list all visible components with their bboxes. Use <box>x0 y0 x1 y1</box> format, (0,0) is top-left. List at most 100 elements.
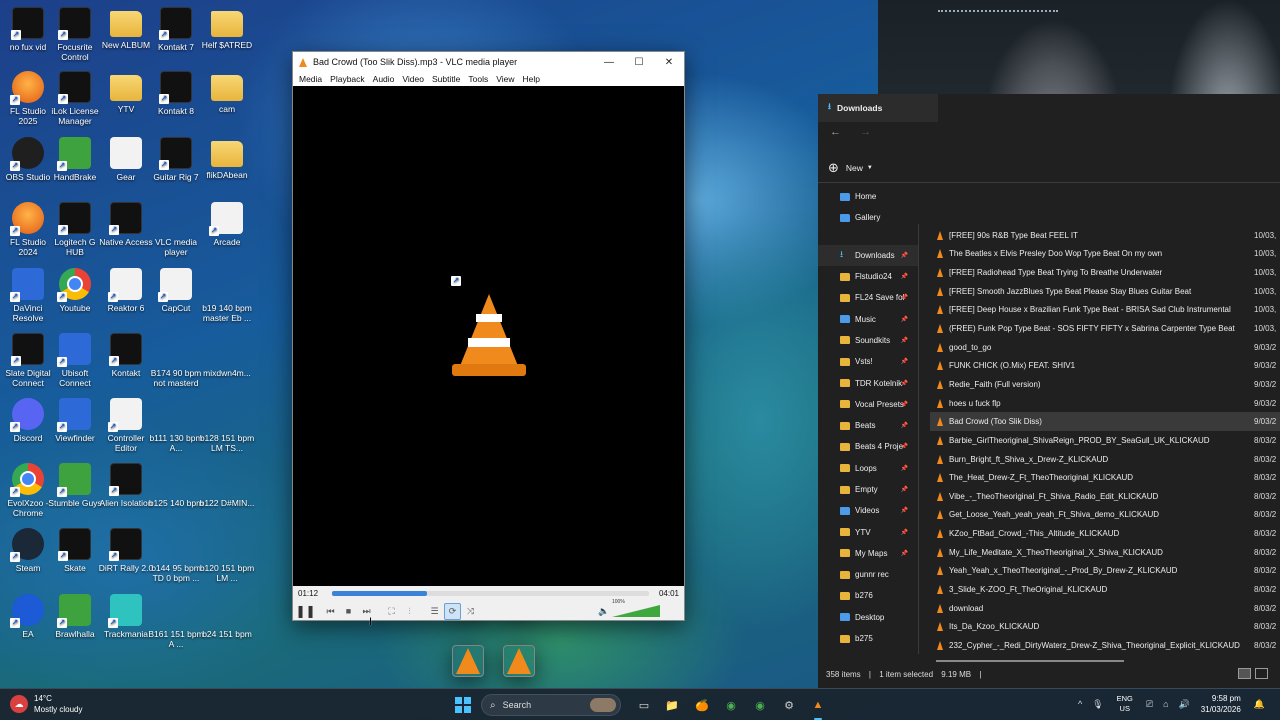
sidebar-item[interactable]: gunnr rec <box>818 564 918 585</box>
file-row[interactable]: Vibe_-_TheoTheoriginal_Ft_Shiva_Radio_Ed… <box>930 487 1280 506</box>
sidebar-item[interactable]: Soundkits 📌 <box>818 330 918 351</box>
file-row[interactable]: My_Life_Meditate_X_TheoTheoriginal_X_Shi… <box>930 543 1280 562</box>
desktop-icon[interactable]: b122 D#MIN... <box>199 463 535 546</box>
desktop-icon[interactable]: Kontakt 8 <box>148 71 204 116</box>
file-row[interactable]: [FREE] Radiohead Type Beat Trying To Bre… <box>930 263 1280 282</box>
desktop-icon[interactable]: Stumble Guys <box>47 463 103 508</box>
desktop-icon[interactable]: HandBrake <box>47 137 103 182</box>
vlc-menu-item[interactable]: Playback <box>328 74 371 84</box>
file-row[interactable]: Redie_Faith (Full version) 9/03/2 <box>930 375 1280 394</box>
file-row[interactable]: [FREE] Deep House x Brazilian Funk Type … <box>930 301 1280 320</box>
sidebar-item[interactable]: TDR Kotelnik 📌 <box>818 372 918 393</box>
vlc-menu-item[interactable]: Media <box>297 74 328 84</box>
sidebar-item[interactable]: b276 <box>818 585 918 606</box>
sidebar-item[interactable]: Beats 4 Proje 📌 <box>818 436 918 457</box>
desktop-icon[interactable]: YTV <box>98 71 154 114</box>
steam-icon[interactable]: ⚙ <box>779 695 799 715</box>
sidebar-item[interactable]: Vocal Presets 📌 <box>818 394 918 415</box>
file-row[interactable]: KZoo_FtBad_Crowd_-This_Altitude_KLICKAUD… <box>930 524 1280 543</box>
vlc-menu-item[interactable]: View <box>494 74 520 84</box>
chrome-icon[interactable]: ◉ <box>750 695 770 715</box>
vlc-menu-item[interactable]: Audio <box>371 74 401 84</box>
sidebar-item[interactable]: My Maps 📌 <box>818 543 918 564</box>
chrome-icon[interactable]: ◉ <box>721 695 741 715</box>
desktop-icon[interactable]: Gear <box>98 137 154 182</box>
shuffle-button[interactable]: ⤨ <box>462 603 479 620</box>
vlc-title-bar[interactable]: Bad Crowd (Too Slik Diss).mp3 - VLC medi… <box>293 52 684 72</box>
file-row[interactable]: Burn_Bright_ft_Shiva_x_Drew-Z_KLICKAUD 8/… <box>930 450 1280 469</box>
file-row[interactable]: 232_Cypher_-_Redi_DirtyWaterz_Drew-Z_Shi… <box>930 636 1280 655</box>
desktop-icon[interactable]: VLC media player <box>148 202 484 286</box>
horizontal-scrollbar[interactable] <box>936 660 1124 662</box>
minimize-button[interactable]: — <box>594 57 624 68</box>
desktop-icon[interactable]: B161 151 bpm A ... <box>148 594 484 677</box>
desktop-icon[interactable]: Controller Editor <box>98 398 154 453</box>
sidebar-item[interactable]: Desktop <box>818 607 918 628</box>
extended-settings-button[interactable]: ⫶ <box>401 603 418 620</box>
desktop-icon[interactable]: b128 151 bpm LM TS... <box>199 398 535 481</box>
phone-link-icon[interactable]: ⎚ <box>1146 699 1153 710</box>
file-row[interactable]: Its_Da_Kzoo_KLICKAUD 8/03/2 <box>930 617 1280 636</box>
playlist-button[interactable]: ☰ <box>426 603 443 620</box>
sidebar-item[interactable]: YTV 📌 <box>818 521 918 542</box>
volume-slider[interactable]: 🔈 100% <box>598 599 672 619</box>
desktop-icon[interactable]: mixdwn4m... <box>199 333 535 416</box>
close-button[interactable]: ✕ <box>654 57 684 68</box>
taskbar-search[interactable]: ⌕ Search <box>481 694 621 716</box>
sidebar-item[interactable]: Home <box>818 186 918 207</box>
desktop-icon[interactable]: iLok License Manager <box>47 71 103 126</box>
sidebar-item[interactable]: Loops 📌 <box>818 458 918 479</box>
new-button[interactable]: ⊕ New ▼ <box>828 160 873 176</box>
desktop-icon[interactable]: Youtube <box>47 268 103 313</box>
desktop-icon[interactable]: Ubisoft Connect <box>47 333 103 388</box>
maximize-button[interactable]: ☐ <box>624 57 654 68</box>
desktop-icon[interactable]: b24 151 bpm <box>199 594 535 677</box>
explorer-tab[interactable]: ⭳ Downloads <box>818 94 938 122</box>
details-view-button[interactable] <box>1238 668 1251 679</box>
network-icon[interactable]: ⌂ <box>1163 699 1168 709</box>
sidebar-item[interactable]: FL24 Save fol 📌 <box>818 287 918 308</box>
file-row[interactable]: Yeah_Yeah_x_TheoTheoriginal_-_Prod_By_Dr… <box>930 562 1280 581</box>
sidebar-item[interactable]: Empty 📌 <box>818 479 918 500</box>
desktop-icon[interactable]: Kontakt 7 <box>148 7 204 52</box>
desktop-icon[interactable]: Viewfinder <box>47 398 103 443</box>
file-row[interactable]: FUNK CHICK (O.Mix) FEAT. SHIV1 9/03/2 <box>930 356 1280 375</box>
desktop-icon[interactable]: Helf $ATRED <box>199 7 255 50</box>
fl-studio-icon[interactable]: 🍊 <box>692 695 712 715</box>
desktop-icon[interactable]: b19 140 bpm master Eb ... <box>199 268 535 351</box>
sidebar-item[interactable]: Flstudio24 📌 <box>818 266 918 287</box>
sidebar-item[interactable]: Vsts! 📌 <box>818 351 918 372</box>
pause-button[interactable]: ❚❚ <box>295 603 315 620</box>
desktop-icon[interactable]: New ALBUM <box>98 7 154 50</box>
clock[interactable]: 9:58 pm 31/03/2026 <box>1201 693 1241 715</box>
loop-button[interactable]: ⟳ <box>444 602 461 620</box>
start-button[interactable] <box>455 697 471 713</box>
chevron-up-icon[interactable]: ^ <box>1078 699 1082 709</box>
desktop-icon[interactable]: b120 151 bpm LM ... <box>199 528 535 611</box>
file-row[interactable]: The Beatles x Elvis Presley Doo Wop Type… <box>930 245 1280 264</box>
desktop-icon[interactable]: Focusrite Control <box>47 7 103 62</box>
file-row[interactable]: download 8/03/2 <box>930 599 1280 618</box>
desktop-icon[interactable]: Skate <box>47 528 103 573</box>
desktop-icon[interactable]: DiRT Rally 2.0 <box>98 528 154 573</box>
desktop-icon[interactable]: B174 90 bpm not masterd <box>148 333 484 416</box>
desktop-icon[interactable]: Brawlhalla <box>47 594 103 639</box>
desktop-icon[interactable]: cam <box>199 71 255 114</box>
weather-widget[interactable]: ☁ 14°C Mostly cloudy <box>10 693 82 715</box>
desktop-icon[interactable]: Trackmania <box>98 594 154 639</box>
file-row[interactable]: (FREE) Funk Pop Type Beat - SOS FIFTY FI… <box>930 319 1280 338</box>
file-row[interactable]: hoes u fuck flp 9/03/2 <box>930 394 1280 413</box>
notification-bell-icon[interactable]: 🔔 <box>1254 699 1265 710</box>
vlc-menu-item[interactable]: Help <box>520 74 545 84</box>
desktop-icon[interactable]: Logitech G HUB <box>47 202 103 257</box>
vlc-video-area[interactable] <box>293 86 684 586</box>
speaker-icon[interactable]: 🔈 <box>598 606 609 617</box>
desktop-icon[interactable]: b144 95 bpm TD 0 bpm ... <box>148 528 484 611</box>
desktop-icon[interactable]: b125 140 bpm <box>148 463 484 546</box>
file-row[interactable]: [FREE] Smooth JazzBlues Type Beat Please… <box>930 282 1280 301</box>
next-button[interactable]: ⏭ <box>358 603 375 620</box>
language-indicator[interactable]: ENG US <box>1117 694 1133 714</box>
file-row[interactable]: Get_Loose_Yeah_yeah_yeah_Ft_Shiva_demo_K… <box>930 506 1280 525</box>
microphone-icon[interactable]: 🎙 <box>1092 699 1103 710</box>
volume-icon[interactable]: 🔊 <box>1179 699 1190 710</box>
